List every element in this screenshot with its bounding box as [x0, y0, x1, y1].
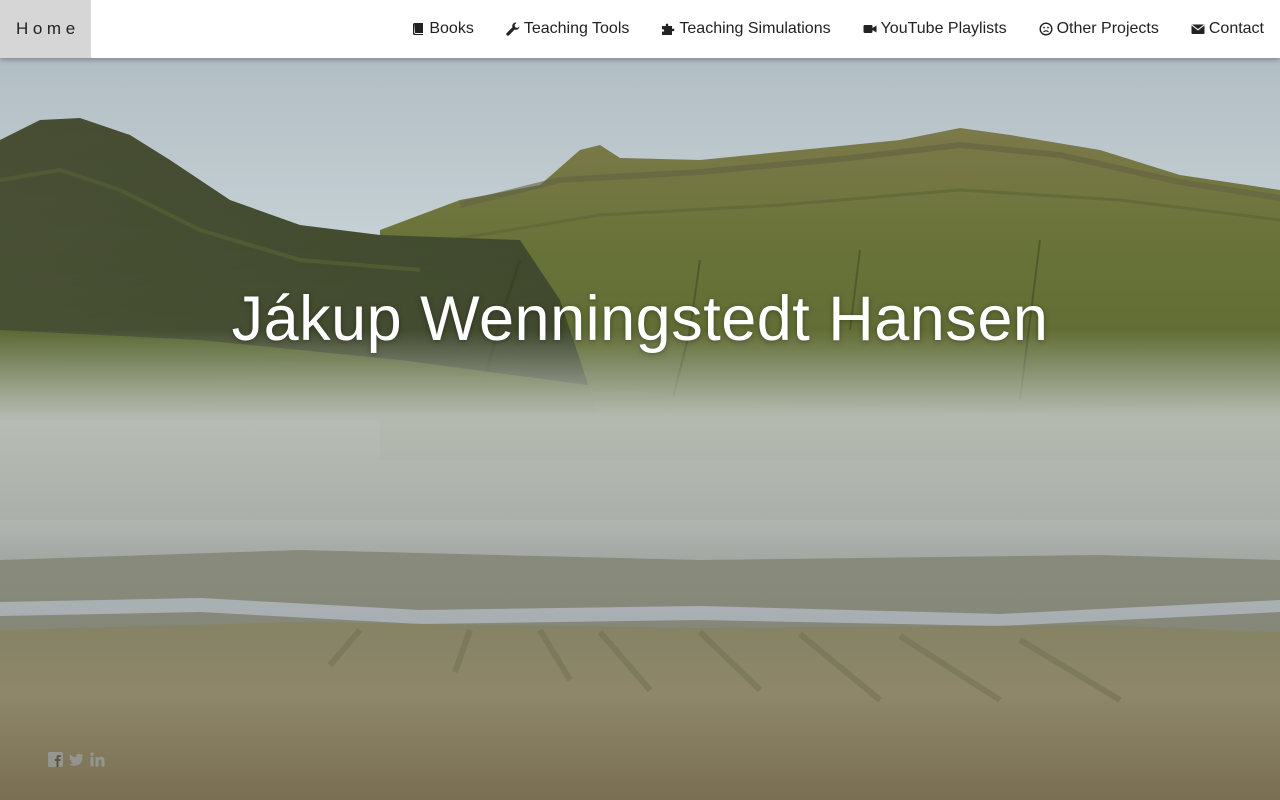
book-icon: [411, 22, 425, 36]
facebook-icon[interactable]: [48, 752, 63, 767]
social-links: [48, 752, 105, 767]
nav-item-teaching-simulations[interactable]: Teaching Simulations: [661, 20, 831, 38]
nav-item-contact[interactable]: Contact: [1191, 20, 1264, 38]
nav-item-label: Contact: [1208, 20, 1264, 37]
nav-item-label: Teaching Tools: [523, 20, 630, 37]
hero-title: Jákup Wenningstedt Hansen: [231, 284, 1049, 354]
nav-item-label: Books: [429, 20, 474, 37]
home-link[interactable]: Home: [0, 0, 91, 58]
hero-background-image: [0, 0, 1280, 800]
nav-item-youtube-playlists[interactable]: YouTube Playlists: [863, 20, 1007, 38]
wrench-icon: [506, 22, 520, 36]
page: Home Books Teaching Tools Teaching Simul…: [0, 0, 1280, 800]
envelope-icon: [1191, 22, 1205, 36]
twitter-icon[interactable]: [69, 752, 84, 767]
top-navbar: Home Books Teaching Tools Teaching Simul…: [0, 0, 1280, 58]
nav-item-books[interactable]: Books: [411, 20, 474, 38]
nav-item-other-projects[interactable]: Other Projects: [1039, 20, 1159, 38]
nav-item-label: Other Projects: [1056, 20, 1159, 37]
nav-item-teaching-tools[interactable]: Teaching Tools: [506, 20, 630, 38]
linkedin-icon[interactable]: [90, 752, 105, 767]
nav-menu: Books Teaching Tools Teaching Simulation…: [379, 0, 1264, 58]
video-camera-icon: [863, 22, 877, 36]
nav-item-label: Teaching Simulations: [679, 20, 831, 37]
nav-item-label: YouTube Playlists: [880, 20, 1007, 37]
smiley-icon: [1039, 22, 1053, 36]
puzzle-icon: [661, 22, 675, 36]
